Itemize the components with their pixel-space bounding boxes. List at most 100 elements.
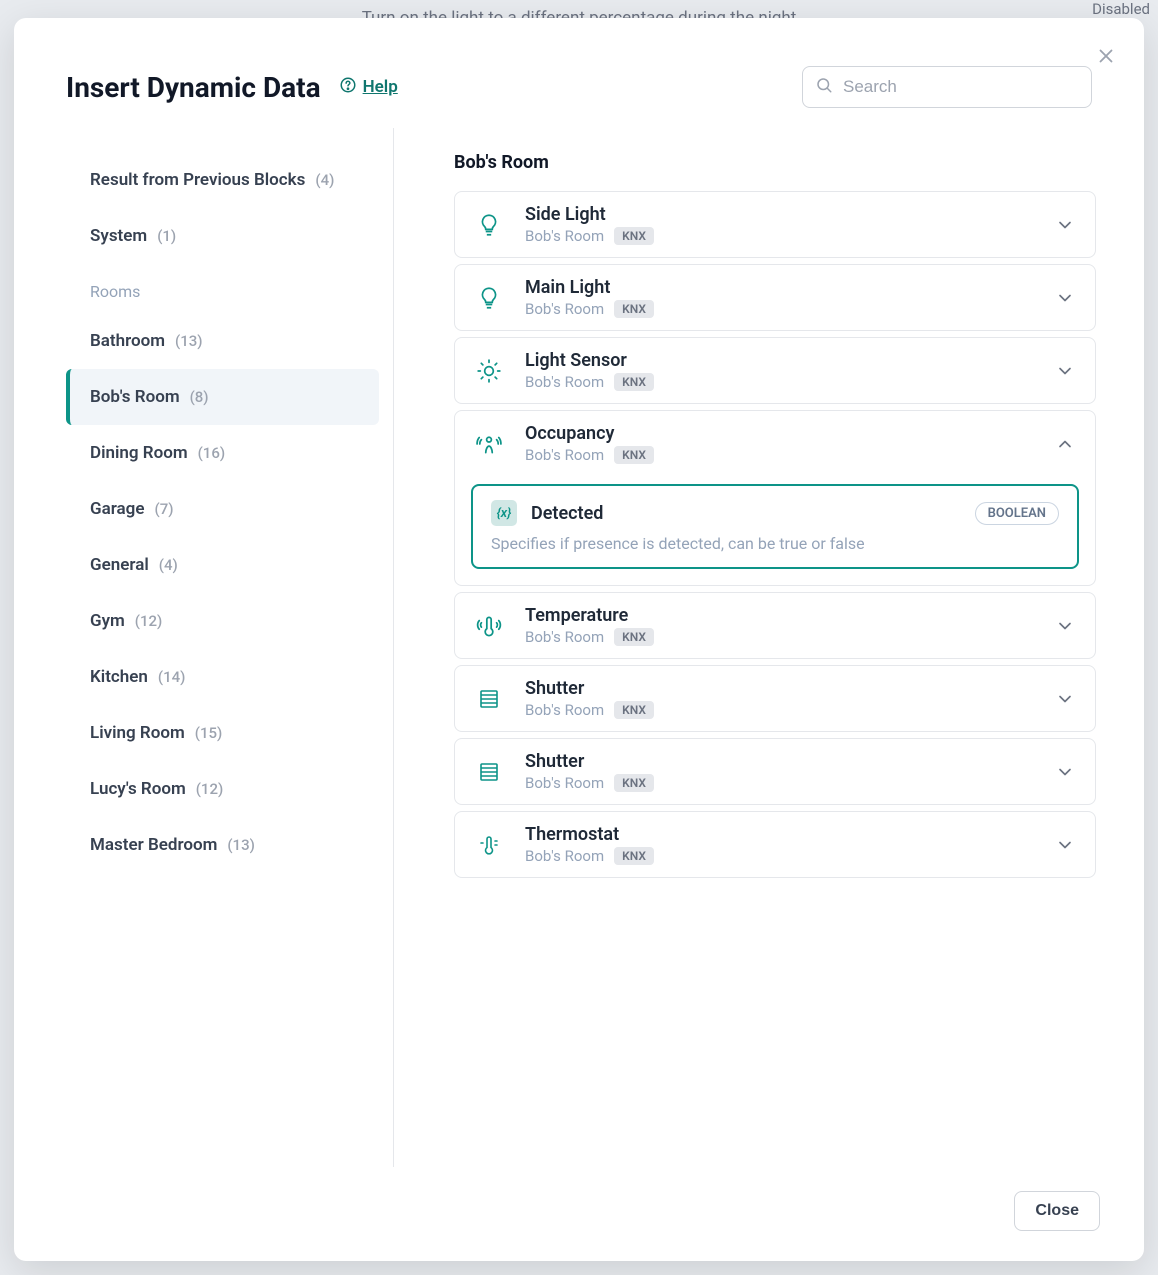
background-status-badge: Disabled (1092, 0, 1150, 18)
sidebar-item-previous-blocks[interactable]: Result from Previous Blocks (4) (66, 152, 379, 208)
sidebar-item-label: Kitchen (90, 667, 148, 687)
sidebar-item-system[interactable]: System (1) (66, 208, 379, 264)
device-toggle[interactable]: Side Light Bob's Room KNX (455, 192, 1095, 257)
sidebar-item-count: (16) (198, 444, 226, 462)
property-type-badge: BOOLEAN (975, 502, 1059, 525)
device-name: Thermostat (525, 824, 1033, 845)
sidebar-section-rooms: Rooms (66, 264, 393, 313)
sidebar-item-label: Master Bedroom (90, 835, 217, 855)
sidebar-item-master-bedroom[interactable]: Master Bedroom (13) (66, 817, 379, 873)
device-toggle[interactable]: Shutter Bob's Room KNX (455, 666, 1095, 731)
chevron-down-icon (1055, 361, 1075, 381)
device-room: Bob's Room (525, 446, 604, 464)
bulb-icon (475, 284, 503, 312)
search-input[interactable] (843, 77, 1079, 97)
protocol-badge: KNX (614, 227, 654, 245)
sidebar-item-count: (14) (158, 668, 186, 686)
device-name: Side Light (525, 204, 1033, 225)
close-icon[interactable] (1092, 42, 1120, 70)
modal-footer: Close (14, 1167, 1144, 1261)
search-input-wrapper[interactable] (802, 66, 1092, 108)
device-name: Temperature (525, 605, 1033, 626)
sidebar: Result from Previous Blocks (4) System (… (66, 128, 394, 1167)
modal-title: Insert Dynamic Data (66, 71, 321, 104)
sidebar-item-bobs-room[interactable]: Bob's Room (8) (66, 369, 379, 425)
content-panel: Bob's Room Side Light Bob's Room KNX (394, 128, 1132, 1167)
device-toggle[interactable]: Thermostat Bob's Room KNX (455, 812, 1095, 877)
sidebar-item-label: General (90, 555, 149, 575)
protocol-badge: KNX (614, 628, 654, 646)
device-toggle[interactable]: Temperature Bob's Room KNX (455, 593, 1095, 658)
insert-dynamic-data-modal: Insert Dynamic Data Help Result from Pre… (14, 18, 1144, 1261)
sidebar-item-lucys-room[interactable]: Lucy's Room (12) (66, 761, 379, 817)
bulb-icon (475, 211, 503, 239)
presence-icon (475, 430, 503, 458)
chevron-down-icon (1055, 288, 1075, 308)
device-card-shutter: Shutter Bob's Room KNX (454, 665, 1096, 732)
chevron-down-icon (1055, 616, 1075, 636)
chevron-down-icon (1055, 835, 1075, 855)
sidebar-item-dining-room[interactable]: Dining Room (16) (66, 425, 379, 481)
sidebar-item-label: Lucy's Room (90, 779, 186, 799)
sidebar-item-count: (12) (196, 780, 224, 798)
device-card-side-light: Side Light Bob's Room KNX (454, 191, 1096, 258)
chevron-down-icon (1055, 762, 1075, 782)
sidebar-item-kitchen[interactable]: Kitchen (14) (66, 649, 379, 705)
sidebar-item-label: Gym (90, 611, 125, 631)
sidebar-item-count: (4) (159, 556, 178, 574)
sidebar-item-count: (4) (315, 171, 334, 189)
protocol-badge: KNX (614, 847, 654, 865)
device-room: Bob's Room (525, 373, 604, 391)
chevron-up-icon (1055, 434, 1075, 454)
device-toggle[interactable]: Occupancy Bob's Room KNX (455, 411, 1095, 476)
sidebar-item-bathroom[interactable]: Bathroom (13) (66, 313, 379, 369)
device-room: Bob's Room (525, 227, 604, 245)
device-room: Bob's Room (525, 701, 604, 719)
thermostat-icon (475, 831, 503, 859)
content-heading: Bob's Room (454, 152, 1096, 173)
sidebar-item-count: (13) (227, 836, 255, 854)
property-name: Detected (531, 503, 961, 524)
sidebar-item-label: Living Room (90, 723, 185, 743)
protocol-badge: KNX (614, 300, 654, 318)
sidebar-item-garage[interactable]: Garage (7) (66, 481, 379, 537)
sidebar-item-general[interactable]: General (4) (66, 537, 379, 593)
device-name: Light Sensor (525, 350, 1033, 371)
sidebar-item-count: (7) (155, 500, 174, 518)
protocol-badge: KNX (614, 774, 654, 792)
close-button[interactable]: Close (1014, 1191, 1100, 1231)
device-name: Occupancy (525, 423, 1033, 444)
device-name: Main Light (525, 277, 1033, 298)
device-name: Shutter (525, 751, 1033, 772)
device-toggle[interactable]: Light Sensor Bob's Room KNX (455, 338, 1095, 403)
sidebar-item-label: Result from Previous Blocks (90, 170, 305, 190)
device-card-occupancy: Occupancy Bob's Room KNX {x} Detected (454, 410, 1096, 586)
device-room: Bob's Room (525, 628, 604, 646)
sidebar-item-gym[interactable]: Gym (12) (66, 593, 379, 649)
shutter-icon (475, 685, 503, 713)
device-card-light-sensor: Light Sensor Bob's Room KNX (454, 337, 1096, 404)
protocol-badge: KNX (614, 373, 654, 391)
sidebar-item-label: Bathroom (90, 331, 165, 351)
property-detected[interactable]: {x} Detected BOOLEAN Specifies if presen… (471, 484, 1079, 569)
device-room: Bob's Room (525, 300, 604, 318)
device-toggle[interactable]: Shutter Bob's Room KNX (455, 739, 1095, 804)
modal-header: Insert Dynamic Data Help (14, 18, 1144, 128)
variable-icon: {x} (491, 500, 517, 526)
sidebar-item-living-room[interactable]: Living Room (15) (66, 705, 379, 761)
device-name: Shutter (525, 678, 1033, 699)
device-room: Bob's Room (525, 847, 604, 865)
sidebar-item-count: (12) (135, 612, 163, 630)
property-description: Specifies if presence is detected, can b… (491, 534, 1059, 553)
chevron-down-icon (1055, 215, 1075, 235)
device-card-shutter: Shutter Bob's Room KNX (454, 738, 1096, 805)
sidebar-item-count: (8) (190, 388, 209, 406)
device-card-thermostat: Thermostat Bob's Room KNX (454, 811, 1096, 878)
protocol-badge: KNX (614, 446, 654, 464)
thermometer-icon (475, 612, 503, 640)
search-icon (815, 76, 833, 98)
help-link[interactable]: Help (339, 76, 398, 99)
chevron-down-icon (1055, 689, 1075, 709)
device-toggle[interactable]: Main Light Bob's Room KNX (455, 265, 1095, 330)
shutter-icon (475, 758, 503, 786)
